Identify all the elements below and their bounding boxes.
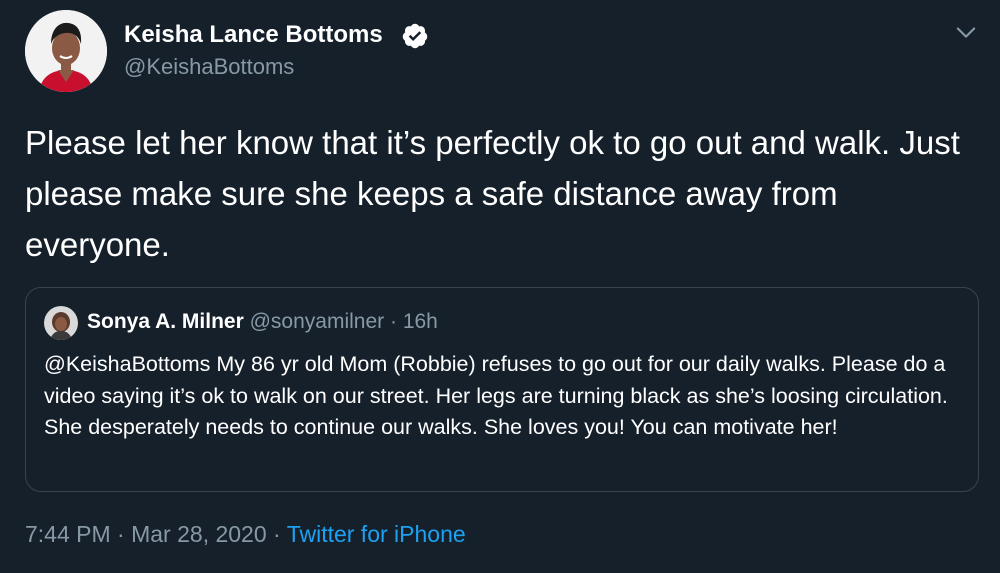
quoted-author-avatar <box>44 306 78 340</box>
tweet-card: Keisha Lance Bottoms @KeishaBottoms Plea… <box>0 0 1000 573</box>
tweet-source-link[interactable]: Twitter for iPhone <box>287 521 466 547</box>
tweet-meta: 7:44 PM · Mar 28, 2020 · Twitter for iPh… <box>25 519 466 549</box>
tweet-date[interactable]: Mar 28, 2020 <box>131 521 267 547</box>
meta-separator: · <box>273 521 281 547</box>
author-handle[interactable]: @KeishaBottoms <box>124 53 294 81</box>
quoted-display-name[interactable]: Sonya A. Milner <box>87 310 244 333</box>
avatar-photo-icon <box>25 10 107 92</box>
quoted-avatar-photo-icon <box>44 306 78 340</box>
tweet-time[interactable]: 7:44 PM <box>25 521 111 547</box>
author-avatar[interactable] <box>25 10 107 92</box>
quoted-tweet-text: @KeishaBottoms My 86 yr old Mom (Robbie)… <box>44 352 948 439</box>
chevron-down-icon[interactable] <box>952 18 980 46</box>
meta-separator: · <box>117 521 125 547</box>
author-display-name[interactable]: Keisha Lance Bottoms <box>124 20 383 50</box>
quoted-tweet[interactable]: Sonya A. Milner @sonyamilner · 16h @Keis… <box>25 287 979 492</box>
verified-badge-icon <box>402 23 428 49</box>
quoted-separator: · <box>389 310 397 333</box>
quoted-header: Sonya A. Milner @sonyamilner · 16h <box>87 308 438 336</box>
quoted-handle[interactable]: @sonyamilner <box>250 310 385 333</box>
tweet-text: Please let her know that it’s perfectly … <box>25 124 960 263</box>
quoted-timestamp[interactable]: 16h <box>403 310 438 333</box>
